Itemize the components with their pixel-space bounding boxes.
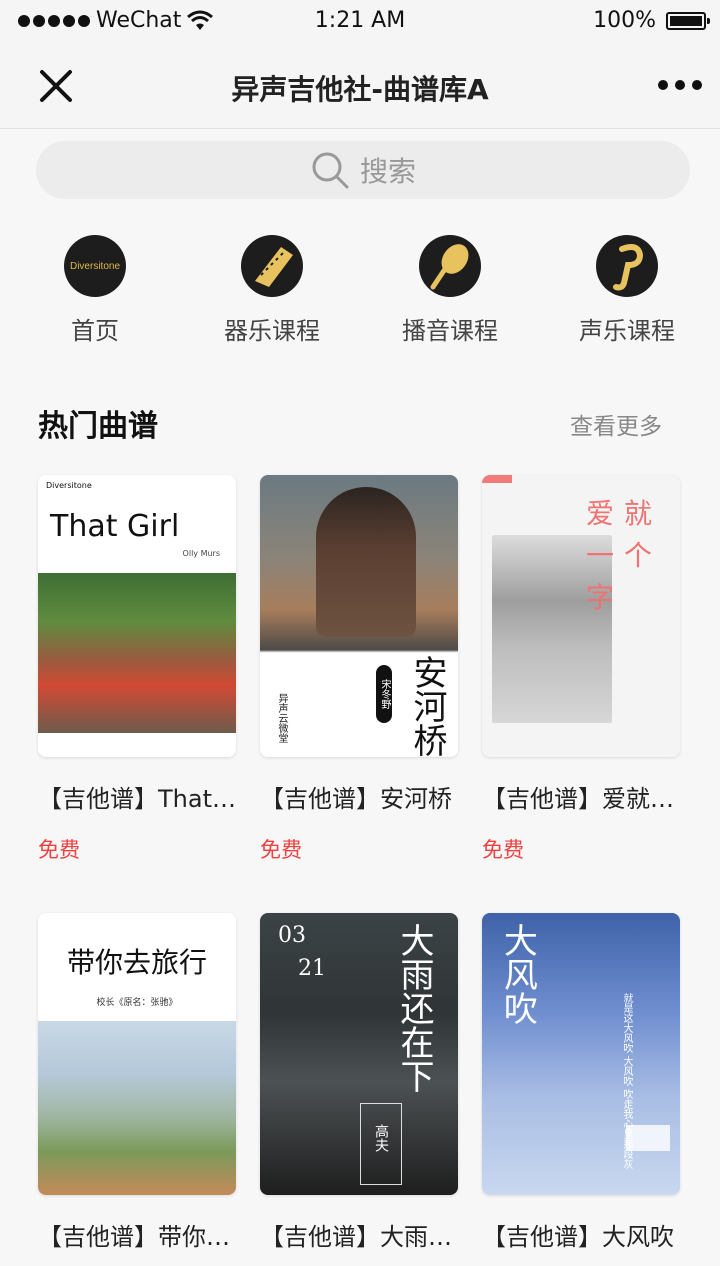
price-label: 免费 [482,838,524,862]
search-icon [312,152,349,189]
price-label: 免费 [260,838,302,862]
score-card[interactable]: Diversitone That Girl Olly Murs 【吉他谱】Tha… [38,475,238,864]
price-label: 免费 [38,838,80,862]
cover-title: 带你去旅行 [66,946,207,979]
cover-artist: 高夫 [373,1124,389,1152]
score-cover: 宋冬野 安河桥 异声云微堂 [260,475,458,757]
main-content: 搜索 Diversitone 首页 器乐课程 播音课程 声乐课程 热门曲谱 查看… [0,129,720,1266]
score-card[interactable]: 带你去旅行 校长《原名：张驰》 【吉他谱】带你去旅行 [38,913,238,1252]
score-cover: 爱 就 一 个 字 [482,475,680,757]
cover-photo [38,573,236,733]
nav-bar: 异声吉他社-曲谱库A [0,44,720,129]
cover-title: 安河桥 [407,655,447,757]
cover-artist: 宋冬野 [376,665,392,723]
cover-artist: 校长《原名：张驰》 [96,998,178,1008]
score-title: 【吉他谱】That Girl [38,785,238,813]
category-broadcast[interactable]: 播音课程 [380,235,520,346]
cover-title: 大风吹 [497,923,538,1025]
category-label: 播音课程 [402,317,498,345]
score-card[interactable]: 03 21 大雨还在下 高夫 【吉他谱】大雨还在下 [260,913,460,1252]
battery-info: 100% [593,8,710,33]
status-bar: WeChat 1:21 AM 100% [0,0,720,44]
cover-accent [482,475,512,483]
category-label: 器乐课程 [224,317,320,345]
page-title: 异声吉他社-曲谱库A [231,73,489,106]
more-options-icon[interactable] [658,80,702,90]
score-title: 【吉他谱】大雨还在下 [260,1223,460,1251]
score-cover: 大风吹 就是这大风吹 大风吹 吹走我心里那段灰 [482,913,680,1195]
guitar-neck-icon [241,235,303,297]
diversitone-logo-icon: Diversitone [64,235,126,297]
battery-percent: 100% [593,8,656,33]
score-title: 【吉他谱】带你去旅行 [38,1223,238,1251]
cover-date-bottom: 21 [298,956,326,981]
score-cover: 带你去旅行 校长《原名：张驰》 [38,913,236,1195]
section-title: 热门曲谱 [38,409,158,444]
search-placeholder: 搜索 [359,155,416,188]
music-note-icon [596,235,658,297]
cover-date-top: 03 [278,923,306,948]
score-cover: 03 21 大雨还在下 高夫 [260,913,458,1195]
score-card[interactable]: 爱 就 一 个 字 【吉他谱】爱就一个字 免费 [482,475,682,864]
score-card[interactable]: 宋冬野 安河桥 异声云微堂 【吉他谱】安河桥 免费 [260,475,458,864]
cover-stamp [626,1125,670,1151]
category-label: 首页 [71,317,119,345]
cover-title: 大雨还在下 [394,923,434,1093]
cover-brand: Diversitone [46,481,92,490]
score-title: 【吉他谱】大风吹 [482,1223,674,1251]
search-input[interactable]: 搜索 [36,141,690,199]
microphone-icon [419,235,481,297]
cover-artist: Olly Murs [182,549,220,558]
view-more-link[interactable]: 查看更多 [570,407,662,441]
score-title: 【吉他谱】爱就一个字 [482,785,682,813]
battery-icon [666,11,710,30]
category-nav: Diversitone 首页 器乐课程 播音课程 声乐课程 [0,235,720,355]
cover-title: That Girl [50,509,180,544]
cover-title: 一 [586,539,615,572]
section-header: 热门曲谱 查看更多 [38,399,662,444]
cover-side-text: 异声云微堂 [276,693,287,743]
category-label: 声乐课程 [579,317,675,345]
score-title: 【吉他谱】安河桥 [260,785,452,813]
score-cover: Diversitone That Girl Olly Murs [38,475,236,757]
cover-photo [316,487,416,637]
cover-date: 03 21 [278,919,326,985]
category-home[interactable]: Diversitone 首页 [25,235,165,346]
cover-title: 爱 [586,497,615,530]
cover-title: 个 [624,539,653,572]
cover-title: 就 [624,497,653,530]
cover-artist-box: 高夫 [360,1103,402,1185]
category-vocal[interactable]: 声乐课程 [557,235,697,346]
cover-painting [38,1021,236,1195]
score-card[interactable]: 大风吹 就是这大风吹 大风吹 吹走我心里那段灰 【吉他谱】大风吹 [482,913,680,1252]
category-instrument[interactable]: 器乐课程 [202,235,342,346]
cover-title: 字 [586,581,615,614]
